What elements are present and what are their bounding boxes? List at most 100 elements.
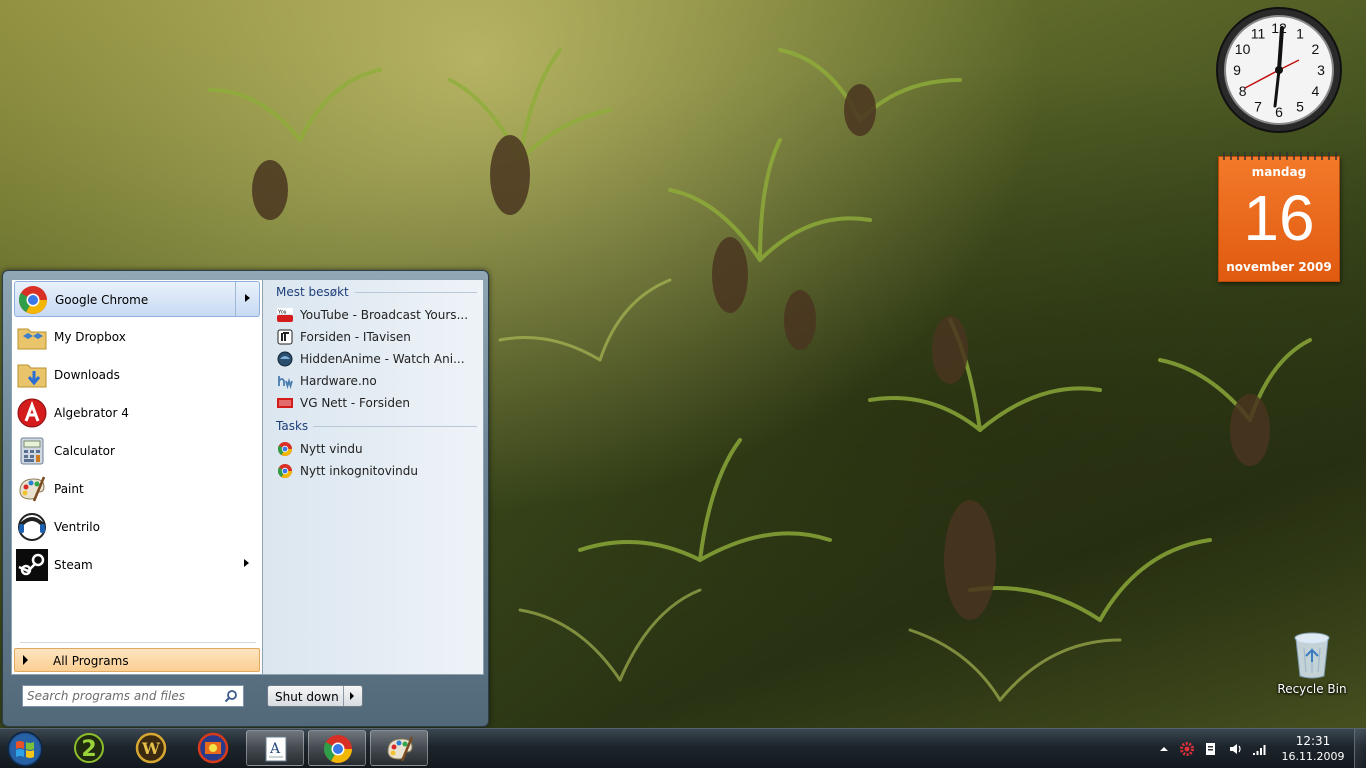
clock-numeral: 4 <box>1312 83 1320 99</box>
action-center-flag-icon[interactable] <box>1203 741 1219 757</box>
clock-numeral: 9 <box>1233 62 1241 78</box>
shutdown-label: Shut down <box>275 690 339 704</box>
jump-list-label: YouTube - Broadcast Yours... <box>300 308 469 322</box>
program-label: Ventrilo <box>54 520 100 534</box>
youtube-icon: You <box>277 308 293 322</box>
system-clock-time[interactable]: 12:31 <box>1280 734 1346 748</box>
submenu-arrow-icon[interactable] <box>245 294 250 302</box>
jump-list-item[interactable]: Forsiden - ITavisen <box>277 327 477 347</box>
vg-icon <box>277 398 293 408</box>
start-button-windows-icon[interactable] <box>6 730 44 768</box>
shutdown-options-arrow-icon[interactable] <box>350 692 354 700</box>
calendar-gadget[interactable]: mandag 16 november 2009 <box>1218 148 1340 282</box>
program-steam[interactable]: Steam <box>14 547 260 583</box>
jump-list-label: Forsiden - ITavisen <box>300 330 411 344</box>
program-label: Google Chrome <box>55 293 149 307</box>
calendar-page: mandag 16 november 2009 <box>1218 156 1340 282</box>
algebrator-icon <box>17 398 47 428</box>
calendar-month-year: november 2009 <box>1226 260 1332 274</box>
section-divider <box>355 292 477 293</box>
program-label: Calculator <box>54 444 115 458</box>
system-clock-date[interactable]: 16.11.2009 <box>1280 750 1346 763</box>
all-programs-label: All Programs <box>53 654 129 668</box>
program-label: Downloads <box>54 368 120 382</box>
jump-list-label: Nytt inkognitovindu <box>300 464 418 478</box>
clock-numeral: 3 <box>1317 62 1325 78</box>
shutdown-button[interactable]: Shut down <box>267 685 363 707</box>
clock-numeral: 11 <box>1251 26 1266 42</box>
program-paint[interactable]: Paint <box>14 471 260 507</box>
steam-icon <box>16 549 48 581</box>
search-icon[interactable] <box>224 689 238 703</box>
taskbar-pinned-game-launcher[interactable] <box>184 730 242 766</box>
jump-list-task[interactable]: Nytt vindu <box>277 439 477 459</box>
clock-numeral: 10 <box>1235 41 1251 57</box>
clock-numeral: 5 <box>1296 98 1304 114</box>
svg-text:A: A <box>269 741 281 757</box>
hardware-icon <box>278 376 293 389</box>
downloads-folder-icon <box>17 364 47 388</box>
jump-list-section-tasks: Tasks <box>276 419 309 433</box>
start-menu-programs-pane: Google Chrome My Dropbox Downloads Algeb… <box>11 279 263 675</box>
taskbar-pinned-battlefront-2[interactable]: 2 <box>60 730 118 766</box>
jump-list-pane: Mest besøkt You YouTube - Broadcast Your… <box>263 279 484 675</box>
jump-list-label: VG Nett - Forsiden <box>300 396 410 410</box>
svg-text:2: 2 <box>81 737 96 762</box>
taskbar-pinned-paint[interactable] <box>370 730 428 766</box>
volume-icon[interactable] <box>1228 741 1244 757</box>
recycle-bin[interactable]: Recycle Bin <box>1276 630 1348 702</box>
search-input[interactable] <box>27 688 217 704</box>
recycle-bin-icon <box>1294 632 1330 679</box>
game-launcher-icon <box>197 732 229 764</box>
jump-list-item[interactable]: You YouTube - Broadcast Yours... <box>277 305 477 325</box>
jump-list-label: HiddenAnime - Watch Ani... <box>300 352 465 366</box>
jump-list-label: Nytt vindu <box>300 442 363 456</box>
program-label: Paint <box>54 482 84 496</box>
text-editor-icon: A <box>265 736 287 762</box>
clock-gadget[interactable]: 12 1234567891011 <box>1215 6 1343 134</box>
chrome-icon <box>18 286 47 314</box>
taskbar: 2 W A 12:31 16.11.2009 <box>0 728 1366 768</box>
submenu-arrow-icon[interactable] <box>244 559 249 567</box>
recycle-bin-label: Recycle Bin <box>1277 682 1347 696</box>
paint-icon <box>19 476 46 502</box>
calculator-icon <box>20 437 44 465</box>
jump-list-label: Hardware.no <box>300 374 377 388</box>
start-search-box[interactable] <box>22 685 244 707</box>
clock-numeral: 12 <box>1271 20 1287 36</box>
program-calculator[interactable]: Calculator <box>14 433 260 469</box>
jump-list-item[interactable]: VG Nett - Forsiden <box>277 393 477 413</box>
ventrilo-icon <box>18 513 46 541</box>
network-signal-icon[interactable] <box>1252 741 1268 757</box>
clock-numeral: 7 <box>1254 98 1262 114</box>
taskbar-pinned-world-of-warcraft[interactable]: W <box>122 730 180 766</box>
shutdown-divider <box>343 686 344 706</box>
show-desktop-button[interactable] <box>1354 729 1366 768</box>
program-my-dropbox[interactable]: My Dropbox <box>14 319 260 355</box>
show-hidden-icons-chevron-up-icon[interactable] <box>1156 741 1172 757</box>
taskbar-pinned-chrome[interactable] <box>308 730 366 766</box>
program-label: My Dropbox <box>54 330 126 344</box>
program-google-chrome[interactable]: Google Chrome <box>14 281 260 317</box>
svg-text:You: You <box>278 310 287 316</box>
jump-list-task[interactable]: Nytt inkognitovindu <box>277 461 477 481</box>
gear-icon[interactable] <box>1179 741 1195 757</box>
itavisen-icon <box>277 329 293 345</box>
program-downloads[interactable]: Downloads <box>14 357 260 393</box>
hiddenanime-icon <box>277 351 293 367</box>
program-ventrilo[interactable]: Ventrilo <box>14 509 260 545</box>
jump-list-item[interactable]: Hardware.no <box>277 371 477 391</box>
paint-icon <box>387 736 414 762</box>
jump-list-item[interactable]: HiddenAnime - Watch Ani... <box>277 349 477 369</box>
svg-text:W: W <box>141 739 161 758</box>
chrome-icon <box>277 464 292 478</box>
clock-numeral: 2 <box>1312 41 1320 57</box>
programs-divider <box>20 642 256 643</box>
all-programs-button[interactable]: All Programs <box>14 648 260 672</box>
start-menu: Google Chrome My Dropbox Downloads Algeb… <box>2 270 489 727</box>
taskbar-pinned-text-editor[interactable]: A <box>246 730 304 766</box>
clock-numeral: 8 <box>1239 83 1247 99</box>
program-algebrator-4[interactable]: Algebrator 4 <box>14 395 260 431</box>
clock-numeral: 1 <box>1296 26 1304 42</box>
dropbox-folder-icon <box>17 328 47 350</box>
